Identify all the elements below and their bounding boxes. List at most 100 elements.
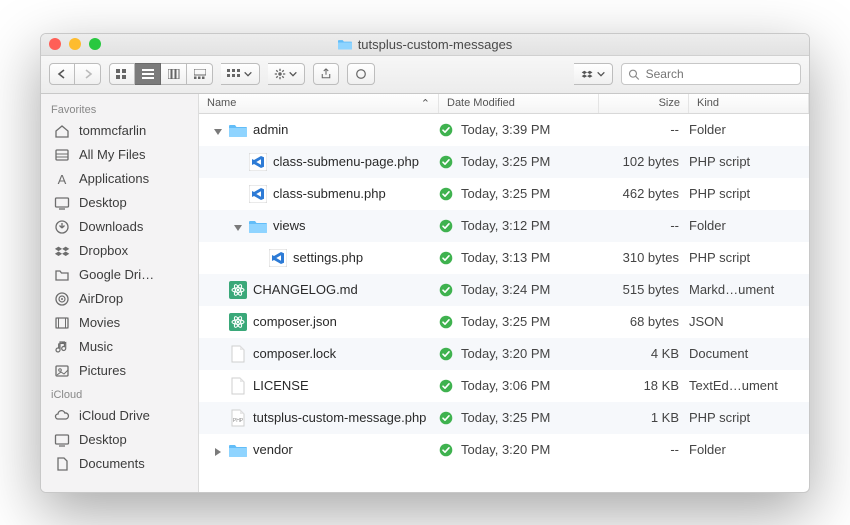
sort-indicator-icon: ⌃ [421,97,430,110]
column-name[interactable]: Name⌃ [199,94,439,113]
sidebar-item[interactable]: AirDrop [41,287,198,311]
all-files-icon [53,146,71,164]
sidebar-item[interactable]: Dropbox [41,239,198,263]
window-title-text: tutsplus-custom-messages [358,37,513,52]
documents-icon [53,455,71,473]
disclosure-triangle-icon[interactable] [213,125,223,135]
sidebar-item[interactable]: Documents [41,452,198,476]
file-size: 4 KB [599,346,689,361]
sidebar-item-label: tommcfarlin [79,123,146,138]
file-date: Today, 3:25 PM [461,154,550,169]
file-size: 18 KB [599,378,689,393]
file-name: class-submenu-page.php [273,154,419,169]
sidebar-heading: Favorites [41,98,198,119]
nav-buttons [49,63,101,85]
sidebar-item[interactable]: Desktop [41,428,198,452]
action-button[interactable] [268,63,305,85]
column-date[interactable]: Date Modified [439,94,599,113]
sidebar-item[interactable]: Music [41,335,198,359]
file-date: Today, 3:13 PM [461,250,550,265]
sidebar-item[interactable]: tommcfarlin [41,119,198,143]
sidebar-item[interactable]: Movies [41,311,198,335]
back-button[interactable] [49,63,75,85]
sync-status-icon [439,315,453,329]
sync-status-icon [439,155,453,169]
disclosure-triangle-icon[interactable] [213,445,223,455]
sidebar-item[interactable]: Google Dri… [41,263,198,287]
dropbox-group [574,63,613,85]
file-row[interactable]: settings.php Today, 3:13 PM 310 bytes PH… [199,242,809,274]
sidebar-item[interactable]: All My Files [41,143,198,167]
minimize-button[interactable] [69,38,81,50]
file-name: CHANGELOG.md [253,282,358,297]
atom-icon [229,313,247,331]
search-icon [628,68,640,81]
file-row[interactable]: class-submenu.php Today, 3:25 PM 462 byt… [199,178,809,210]
sync-status-icon [439,219,453,233]
file-date: Today, 3:25 PM [461,314,550,329]
disclosure-triangle-icon [253,253,263,263]
folder-icon [249,217,267,235]
file-kind: Markd…ument [689,282,809,297]
file-row[interactable]: admin Today, 3:39 PM -- Folder [199,114,809,146]
file-date: Today, 3:25 PM [461,186,550,201]
sidebar-item[interactable]: Pictures [41,359,198,383]
folder-icon [338,37,352,51]
view-columns-button[interactable] [161,63,187,85]
zoom-button[interactable] [89,38,101,50]
sidebar-item[interactable]: Desktop [41,191,198,215]
sidebar-item[interactable]: Applications [41,167,198,191]
sidebar-item-label: iCloud Drive [79,408,150,423]
vscode-icon [249,185,267,203]
dropbox-icon [580,68,594,80]
sync-status-icon [439,251,453,265]
forward-button[interactable] [75,63,101,85]
search-field[interactable] [621,63,801,85]
file-row[interactable]: composer.json Today, 3:25 PM 68 bytes JS… [199,306,809,338]
file-rows: admin Today, 3:39 PM -- Folder class-sub… [199,114,809,492]
view-gallery-button[interactable] [187,63,213,85]
sidebar-item[interactable]: iCloud Drive [41,404,198,428]
file-row[interactable]: vendor Today, 3:20 PM -- Folder [199,434,809,466]
share-button[interactable] [313,63,339,85]
column-size[interactable]: Size [599,94,689,113]
tags-button[interactable] [347,63,375,85]
disclosure-triangle-icon [213,285,223,295]
close-button[interactable] [49,38,61,50]
vscode-icon [269,249,287,267]
home-icon [53,122,71,140]
downloads-icon [53,218,71,236]
file-kind: PHP script [689,250,809,265]
atom-icon [229,281,247,299]
view-icons-button[interactable] [109,63,135,85]
file-row[interactable]: CHANGELOG.md Today, 3:24 PM 515 bytes Ma… [199,274,809,306]
file-kind: Folder [689,122,809,137]
view-list-button[interactable] [135,63,161,85]
file-size: 462 bytes [599,186,689,201]
window-title: tutsplus-custom-messages [49,37,801,52]
file-row[interactable]: tutsplus-custom-message.php Today, 3:25 … [199,402,809,434]
disclosure-triangle-icon [233,157,243,167]
file-size: 68 bytes [599,314,689,329]
file-row[interactable]: views Today, 3:12 PM -- Folder [199,210,809,242]
search-input[interactable] [646,67,794,81]
sidebar-item-label: Movies [79,315,120,330]
column-headers: Name⌃ Date Modified Size Kind [199,94,809,114]
disclosure-triangle-icon [213,349,223,359]
file-name: LICENSE [253,378,309,393]
file-row[interactable]: composer.lock Today, 3:20 PM 4 KB Docume… [199,338,809,370]
file-kind: TextEd…ument [689,378,809,393]
file-kind: JSON [689,314,809,329]
disclosure-triangle-icon[interactable] [233,221,243,231]
file-date: Today, 3:06 PM [461,378,550,393]
file-kind: Folder [689,218,809,233]
file-date: Today, 3:20 PM [461,346,550,361]
file-row[interactable]: class-submenu-page.php Today, 3:25 PM 10… [199,146,809,178]
dropbox-button[interactable] [574,63,613,85]
arrange-button[interactable] [221,63,260,85]
sidebar-item[interactable]: Downloads [41,215,198,239]
file-row[interactable]: LICENSE Today, 3:06 PM 18 KB TextEd…umen… [199,370,809,402]
column-kind[interactable]: Kind [689,94,809,113]
file-date: Today, 3:20 PM [461,442,550,457]
sidebar-item-label: AirDrop [79,291,123,306]
